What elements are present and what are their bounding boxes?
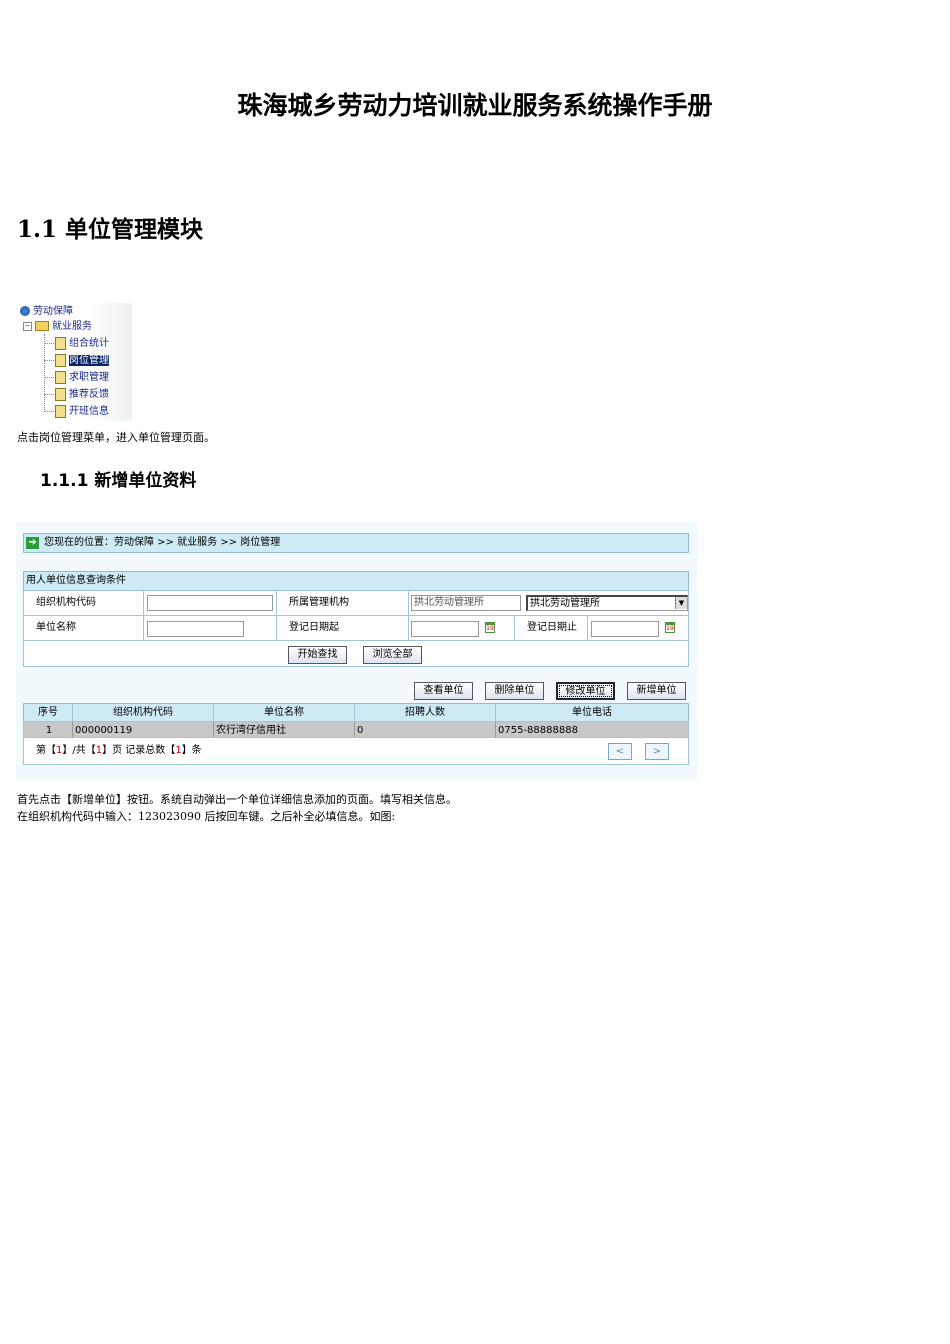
unit-name-input[interactable]: [147, 621, 244, 637]
col-header: 单位电话: [572, 707, 612, 718]
chevron-down-icon[interactable]: ▼: [675, 597, 687, 609]
calendar-icon[interactable]: 19: [485, 622, 495, 633]
pager: 第【1】/共【1】页 记录总数【1】条: [23, 737, 689, 765]
mgmt-select[interactable]: 拱北劳动管理所 ▼: [526, 595, 688, 611]
mgmt-text-field[interactable]: 拱北劳动管理所: [411, 595, 521, 611]
calendar-icon[interactable]: 19: [665, 622, 675, 633]
date-to-label: 登记日期止: [514, 615, 588, 641]
document-icon: [55, 387, 66, 401]
document-icon: [55, 336, 66, 350]
globe-icon: [20, 306, 30, 316]
tree-item[interactable]: 推荐反馈: [55, 387, 109, 402]
unit-name-label: 单位名称: [23, 615, 144, 641]
table-header: 序号 组织机构代码 单位名称 招聘人数 单位电话: [23, 703, 689, 722]
col-header: 单位名称: [214, 704, 355, 722]
date-from-input[interactable]: [411, 621, 479, 637]
query-panel-title: 用人单位信息查询条件: [23, 571, 689, 591]
document-icon: [55, 370, 66, 384]
tree-item[interactable]: 组合统计: [55, 336, 109, 351]
edit-unit-button[interactable]: 修改单位: [556, 682, 615, 700]
arrow-right-icon: ➔: [26, 537, 39, 549]
document-page: 珠海城乡劳动力培训就业服务系统操作手册 1.1 单位管理模块 劳动保障 − 就业服…: [0, 0, 950, 1344]
paragraph: 在组织机构代码中输入：123023090 后按回车键。之后补全必填信息。如图:: [17, 810, 396, 823]
paragraph: 首先点击【新增单位】按钮。系统自动弹出一个单位详细信息添加的页面。填写相关信息。: [17, 793, 457, 806]
document-icon: [55, 353, 66, 367]
app-screenshot: ➔ 您现在的位置：劳动保障 >> 就业服务 >> 岗位管理 用人单位信息查询条件…: [16, 522, 698, 780]
prev-page-button[interactable]: <: [608, 743, 632, 760]
table-row[interactable]: 1 000000119 农行湾仔信用社 0 0755-88888888: [23, 721, 689, 739]
caption: 点击岗位管理菜单，进入单位管理页面。: [17, 431, 215, 444]
nav-tree: 劳动保障 − 就业服务 组合统计 岗位管理 求职管理 推荐反馈 开班信息: [20, 303, 132, 421]
search-button[interactable]: 开始查找: [288, 646, 347, 664]
tree-item[interactable]: 开班信息: [55, 404, 109, 419]
collapse-icon[interactable]: −: [23, 321, 32, 331]
breadcrumb: ➔ 您现在的位置：劳动保障 >> 就业服务 >> 岗位管理: [23, 533, 689, 553]
org-code-label: 组织机构代码: [23, 590, 144, 616]
view-unit-button[interactable]: 查看单位: [414, 682, 473, 700]
col-header: 招聘人数: [355, 704, 496, 722]
subsection-heading: 1.1.1 新增单位资料: [40, 471, 197, 491]
next-page-button[interactable]: >: [645, 743, 669, 760]
folder-icon: [35, 321, 49, 331]
tree-folder[interactable]: − 就业服务: [23, 319, 92, 334]
tree-root[interactable]: 劳动保障: [20, 304, 73, 319]
delete-unit-button[interactable]: 删除单位: [485, 682, 544, 700]
tree-item-selected[interactable]: 岗位管理: [55, 353, 109, 368]
date-to-input[interactable]: [591, 621, 659, 637]
mgmt-label: 所属管理机构: [276, 590, 409, 616]
tree-item[interactable]: 求职管理: [55, 370, 109, 385]
org-code-input[interactable]: [147, 595, 273, 611]
document-icon: [55, 404, 66, 418]
browse-all-button[interactable]: 浏览全部: [363, 646, 422, 664]
col-header: 序号: [24, 704, 73, 722]
col-header: 组织机构代码: [73, 704, 214, 722]
document-title: 珠海城乡劳动力培训就业服务系统操作手册: [237, 91, 713, 120]
date-from-label: 登记日期起: [276, 615, 409, 641]
section-heading: 1.1 单位管理模块: [17, 216, 204, 243]
add-unit-button[interactable]: 新增单位: [627, 682, 686, 700]
